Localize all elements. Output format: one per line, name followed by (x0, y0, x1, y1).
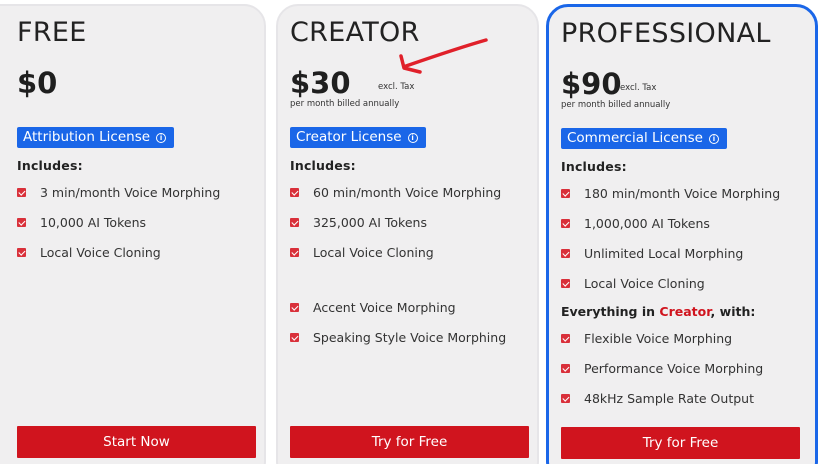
plan-title: PROFESSIONAL (561, 18, 771, 49)
plan-card-free: FREE $0 Attribution License i Includes: … (0, 4, 266, 464)
license-badge[interactable]: Attribution License i (17, 127, 175, 148)
tax-note: excl. Tax (620, 83, 657, 93)
feature-item: Local Voice Cloning (17, 245, 161, 260)
checkbox-checked-icon (290, 333, 299, 342)
plan-price: $90 (561, 67, 622, 101)
checkbox-checked-icon (561, 364, 570, 373)
feature-item: 3 min/month Voice Morphing (17, 185, 220, 200)
start-now-button[interactable]: Start Now (17, 426, 256, 458)
feature-item: 60 min/month Voice Morphing (290, 185, 501, 200)
plan-title: FREE (17, 17, 87, 48)
info-circle-icon[interactable]: i (708, 133, 719, 144)
includes-heading: Includes: (17, 158, 83, 173)
checkbox-checked-icon (290, 248, 299, 257)
info-circle-icon[interactable]: i (156, 132, 167, 143)
checkbox-checked-icon (290, 303, 299, 312)
checkbox-checked-icon (17, 218, 26, 227)
includes-heading: Includes: (290, 158, 356, 173)
feature-item: Flexible Voice Morphing (561, 331, 732, 346)
checkbox-checked-icon (17, 188, 26, 197)
checkbox-checked-icon (290, 188, 299, 197)
feature-item: 325,000 AI Tokens (290, 215, 427, 230)
feature-item: Performance Voice Morphing (561, 361, 763, 376)
feature-item: 48kHz Sample Rate Output (561, 391, 754, 406)
red-arrow-annotation (399, 38, 488, 74)
license-badge[interactable]: Creator License i (290, 127, 426, 148)
includes-heading: Includes: (561, 159, 627, 174)
billing-note: per month billed annually (290, 99, 400, 109)
checkbox-checked-icon (17, 248, 26, 257)
license-label: Creator License (296, 129, 402, 145)
checkbox-checked-icon (561, 334, 570, 343)
feature-item: Local Voice Cloning (561, 276, 705, 291)
info-circle-icon[interactable]: i (407, 132, 418, 143)
try-for-free-button[interactable]: Try for Free (290, 426, 529, 458)
billing-note: per month billed annually (561, 100, 671, 110)
creator-link: Creator (659, 304, 711, 319)
plan-price: $30 (290, 66, 351, 100)
license-label: Attribution License (23, 129, 151, 145)
checkbox-checked-icon (561, 249, 570, 258)
checkbox-checked-icon (561, 219, 570, 228)
feature-item: Unlimited Local Morphing (561, 246, 743, 261)
checkbox-checked-icon (561, 279, 570, 288)
plan-card-professional: PROFESSIONAL $90 excl. Tax per month bil… (546, 4, 818, 464)
checkbox-checked-icon (561, 394, 570, 403)
checkbox-checked-icon (561, 189, 570, 198)
plan-price: $0 (17, 66, 58, 100)
feature-item: 180 min/month Voice Morphing (561, 186, 780, 201)
license-badge[interactable]: Commercial License i (561, 128, 727, 149)
feature-item: 1,000,000 AI Tokens (561, 216, 710, 231)
tax-note: excl. Tax (378, 82, 415, 92)
feature-item: Speaking Style Voice Morphing (290, 330, 506, 345)
checkbox-checked-icon (290, 218, 299, 227)
license-label: Commercial License (567, 130, 703, 146)
feature-item: Local Voice Cloning (290, 245, 434, 260)
try-for-free-button[interactable]: Try for Free (561, 427, 800, 459)
feature-item: Accent Voice Morphing (290, 300, 456, 315)
feature-item: 10,000 AI Tokens (17, 215, 146, 230)
everything-in-heading: Everything in Creator, with: (561, 304, 756, 319)
